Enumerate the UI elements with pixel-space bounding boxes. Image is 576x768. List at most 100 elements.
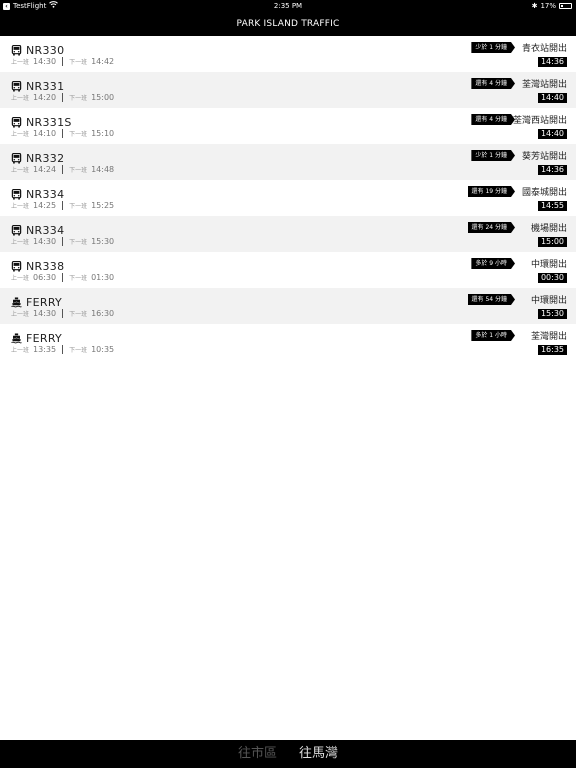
route-times: 上一班 14:30 下一班 14:42	[11, 57, 114, 66]
countdown-badge: 少於 1 分鐘	[471, 150, 515, 161]
divider	[62, 309, 64, 318]
battery-icon	[559, 3, 572, 9]
prev-time: 14:24	[33, 165, 57, 174]
prev-label: 上一班	[11, 95, 30, 102]
prev-label: 上一班	[11, 311, 30, 318]
route-times: 上一班 14:20 下一班 15:00	[11, 93, 114, 102]
countdown-badge: 少於 1 分鐘	[471, 42, 515, 53]
route-name: FERRY	[26, 296, 63, 309]
next-label: 下一班	[69, 167, 88, 174]
next-label: 下一班	[69, 95, 88, 102]
divider	[62, 237, 64, 246]
countdown-badge: 還有 4 分鐘	[471, 114, 515, 125]
departure-time: 15:00	[537, 237, 567, 247]
route-times: 上一班 14:30 下一班 15:30	[11, 237, 114, 246]
route-row[interactable]: NR331S 上一班 14:10 下一班 15:10 還有 4 分鐘 荃灣西站開出 14:40	[0, 108, 576, 144]
route-list: NR330 上一班 14:30 下一班 14:42 少於 1 分鐘 青衣站開出 14:36 NR…	[0, 36, 576, 360]
route-name: NR334	[26, 224, 65, 237]
departure-time: 16:35	[537, 345, 567, 355]
departure-time: 14:40	[537, 93, 567, 103]
route-times: 上一班 14:24 下一班 14:48	[11, 165, 114, 174]
route-row[interactable]: NR331 上一班 14:20 下一班 15:00 還有 4 分鐘 荃灣站開出 14:40	[0, 72, 576, 108]
prev-label: 上一班	[11, 203, 30, 210]
next-label: 下一班	[69, 59, 88, 66]
route-row[interactable]: NR338 上一班 06:30 下一班 01:30 多於 9 小時 中環開出 00:30	[0, 252, 576, 288]
next-label: 下一班	[69, 203, 88, 210]
next-time: 15:10	[91, 129, 115, 138]
departure-origin: 機場開出	[530, 224, 567, 234]
departure-origin: 荃灣站開出	[521, 80, 567, 90]
route-times: 上一班 14:25 下一班 15:25	[11, 201, 114, 210]
status-time: 2:35 PM	[273, 2, 303, 10]
countdown-badge: 還有 24 分鐘	[468, 222, 515, 233]
next-label: 下一班	[69, 275, 88, 282]
route-times: 上一班 13:35 下一班 10:35	[11, 345, 114, 354]
divider	[62, 201, 64, 210]
next-label: 下一班	[69, 131, 88, 138]
route-times: 上一班 14:30 下一班 16:30	[11, 309, 114, 318]
next-time: 10:35	[91, 345, 115, 354]
route-row[interactable]: NR332 上一班 14:24 下一班 14:48 少於 1 分鐘 葵芳站開出 14:36	[0, 144, 576, 180]
route-row[interactable]: FERRY 上一班 13:35 下一班 10:35 多於 1 小時 荃灣開出 16:35	[0, 324, 576, 360]
route-name: FERRY	[26, 332, 63, 345]
next-time: 15:30	[91, 237, 115, 246]
tab-to-ma-wan[interactable]: 往馬灣	[299, 740, 338, 768]
countdown-badge: 還有 4 分鐘	[471, 78, 515, 89]
divider	[62, 273, 64, 282]
prev-time: 14:30	[33, 237, 57, 246]
next-time: 15:25	[91, 201, 115, 210]
bluetooth-icon: ✱	[531, 2, 538, 10]
prev-label: 上一班	[11, 275, 30, 282]
next-label: 下一班	[69, 347, 88, 354]
next-time: 14:48	[91, 165, 115, 174]
tab-to-city[interactable]: 往市區	[238, 740, 277, 768]
prev-label: 上一班	[11, 131, 30, 138]
departure-origin: 青衣站開出	[521, 44, 567, 54]
next-label: 下一班	[69, 239, 88, 246]
departure-time: 14:55	[537, 201, 567, 211]
prev-time: 14:10	[33, 129, 57, 138]
prev-time: 13:35	[33, 345, 57, 354]
route-times: 上一班 06:30 下一班 01:30	[11, 273, 114, 282]
divider	[62, 345, 64, 354]
route-name: NR331	[26, 80, 65, 93]
prev-label: 上一班	[11, 347, 30, 354]
departure-time: 14:36	[537, 165, 567, 175]
departure-origin: 葵芳站開出	[521, 152, 567, 162]
prev-time: 14:30	[33, 309, 57, 318]
divider	[62, 93, 64, 102]
departure-time: 15:30	[537, 309, 567, 319]
prev-time: 06:30	[33, 273, 57, 282]
divider	[62, 165, 64, 174]
departure-origin: 中環開出	[530, 296, 567, 306]
route-name: NR330	[26, 44, 65, 57]
departure-origin: 荃灣西站開出	[512, 116, 567, 126]
tab-bar: 往市區 往馬灣	[0, 740, 576, 768]
prev-time: 14:20	[33, 93, 57, 102]
route-row[interactable]: NR330 上一班 14:30 下一班 14:42 少於 1 分鐘 青衣站開出 14:36	[0, 36, 576, 72]
status-bar: ‹ TestFlight 2:35 PM ✱ 17%	[0, 0, 576, 12]
route-name: NR334	[26, 188, 65, 201]
divider	[62, 57, 64, 66]
route-name: NR332	[26, 152, 65, 165]
battery-percent: 17%	[540, 2, 556, 10]
page-title: PARK ISLAND TRAFFIC	[0, 12, 576, 36]
route-row[interactable]: FERRY 上一班 14:30 下一班 16:30 還有 54 分鐘 中環開出 15:30	[0, 288, 576, 324]
next-time: 14:42	[91, 57, 115, 66]
prev-time: 14:25	[33, 201, 57, 210]
prev-time: 14:30	[33, 57, 57, 66]
departure-time: 00:30	[537, 273, 567, 283]
countdown-badge: 多於 9 小時	[471, 258, 515, 269]
next-time: 16:30	[91, 309, 115, 318]
departure-origin: 國泰城開出	[521, 188, 567, 198]
departure-origin: 中環開出	[530, 260, 567, 270]
countdown-badge: 還有 54 分鐘	[468, 294, 515, 305]
countdown-badge: 多於 1 小時	[471, 330, 515, 341]
next-time: 15:00	[91, 93, 115, 102]
prev-label: 上一班	[11, 167, 30, 174]
departure-origin: 荃灣開出	[530, 332, 567, 342]
route-row[interactable]: NR334 上一班 14:25 下一班 15:25 還有 19 分鐘 國泰城開出 14:55	[0, 180, 576, 216]
route-times: 上一班 14:10 下一班 15:10	[11, 129, 114, 138]
route-row[interactable]: NR334 上一班 14:30 下一班 15:30 還有 24 分鐘 機場開出 15:00	[0, 216, 576, 252]
countdown-badge: 還有 19 分鐘	[468, 186, 515, 197]
